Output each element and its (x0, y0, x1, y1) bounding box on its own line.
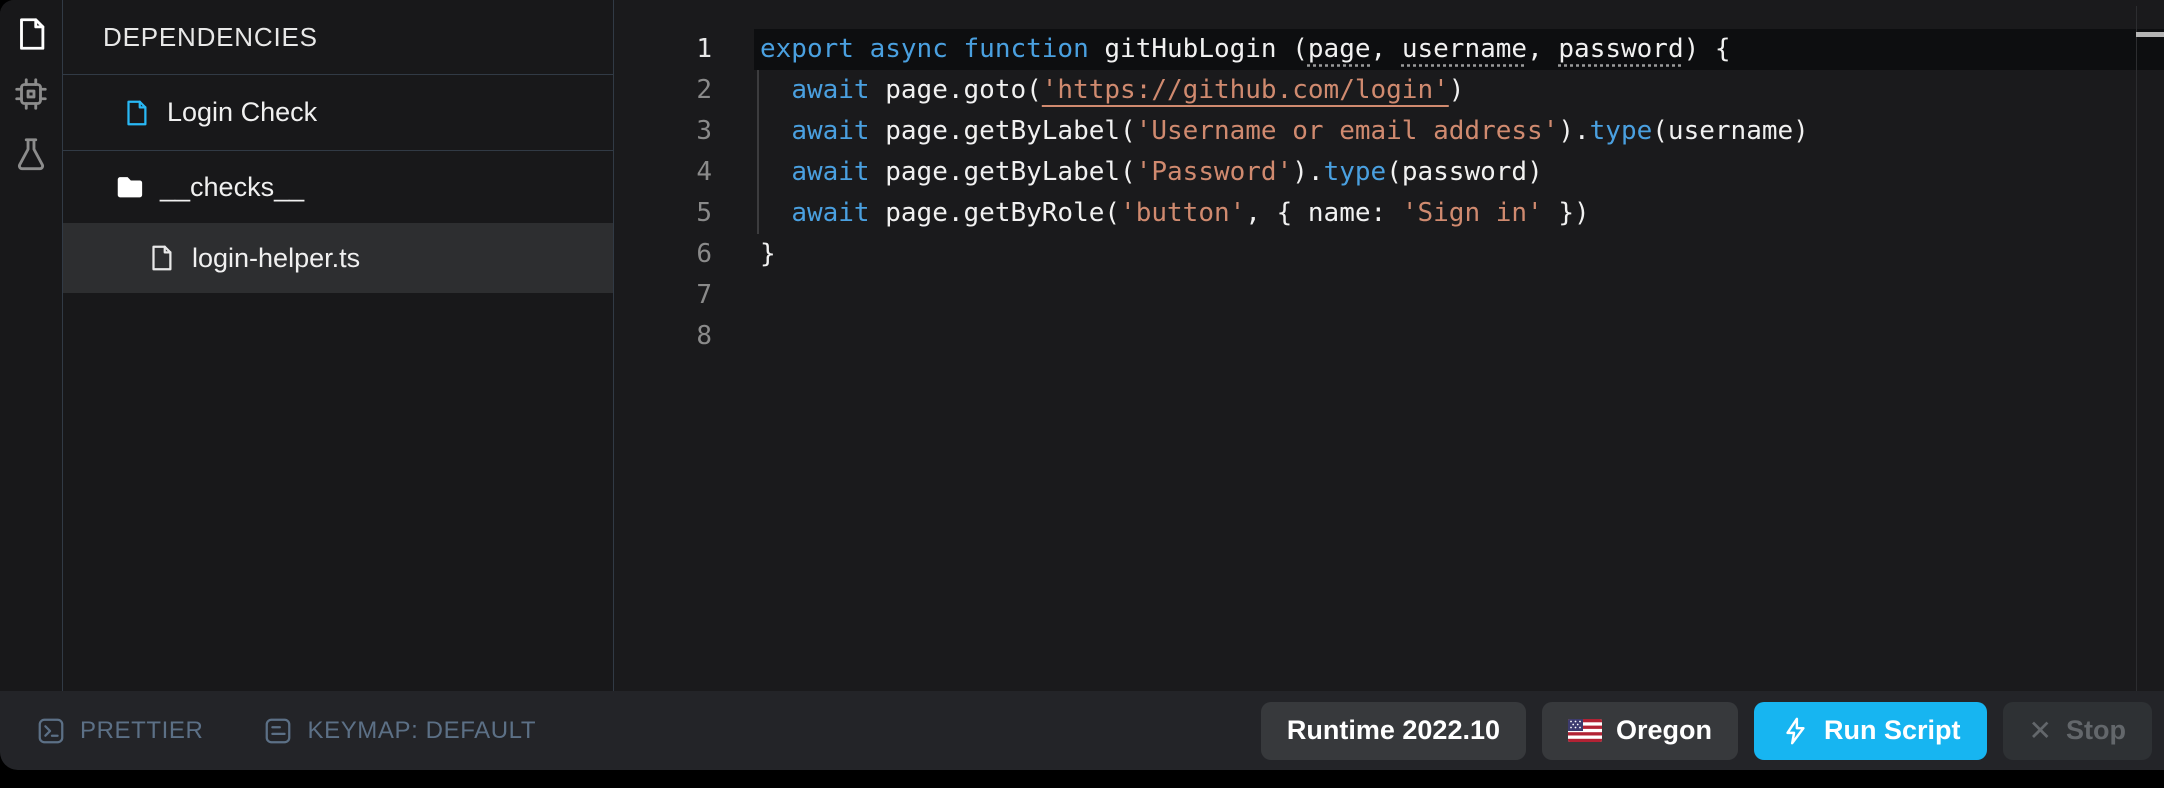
code-editor[interactable]: 1export async function gitHubLogin (page… (614, 0, 2164, 691)
code-line-2[interactable]: 2 await page.goto('https://github.com/lo… (614, 70, 2136, 111)
code-line-5[interactable]: 5 await page.getByRole('button', { name:… (614, 193, 2136, 234)
rail-chip-icon[interactable] (11, 74, 51, 114)
indent-guide (757, 70, 759, 234)
file-icon (146, 243, 176, 273)
folder-icon (114, 172, 144, 202)
code-line-8[interactable]: 8 (614, 316, 2136, 357)
x-icon: ✕ (2029, 714, 2052, 747)
code-text: await page.getByLabel('Password').type(p… (712, 152, 1543, 193)
status-bar: PRETTIERKEYMAP: DEFAULT Runtime 2022.10 … (0, 691, 2164, 770)
statusbar-label: PRETTIER (80, 717, 203, 745)
file-icon (121, 98, 151, 128)
stop-label: Stop (2066, 715, 2126, 746)
scrollbar-thumb[interactable] (2136, 32, 2164, 37)
keymap-icon (263, 716, 293, 746)
code-line-7[interactable]: 7 (614, 275, 2136, 316)
line-number: 1 (614, 29, 712, 70)
region-button[interactable]: Oregon (1542, 702, 1738, 760)
us-flag-icon (1568, 719, 1602, 742)
dependencies-panel: DEPENDENCIES Login Check __checks__ login-… (62, 0, 614, 691)
code-text (712, 316, 760, 357)
line-number: 3 (614, 111, 712, 152)
left-icon-rail (0, 0, 62, 691)
code-text: } (712, 234, 776, 275)
code-line-4[interactable]: 4 await page.getByLabel('Password').type… (614, 152, 2136, 193)
code-text (712, 275, 760, 316)
prettier-icon (36, 716, 66, 746)
statusbar-label: KEYMAP: DEFAULT (307, 717, 536, 745)
line-number: 4 (614, 152, 712, 193)
code-text: await page.getByRole('button', { name: '… (712, 193, 1590, 234)
rail-flask-icon[interactable] (11, 134, 51, 174)
rail-file-icon[interactable] (11, 14, 51, 54)
runtime-button[interactable]: Runtime 2022.10 (1261, 702, 1526, 760)
statusbar-prettier[interactable]: PRETTIER (36, 716, 203, 746)
sidebar-item-login-check[interactable]: Login Check (63, 75, 613, 150)
bolt-icon (1780, 716, 1810, 746)
code-text: await page.getByLabel('Username or email… (712, 111, 1809, 152)
sidebar-item-login-helper-ts[interactable]: login-helper.ts (63, 223, 613, 293)
statusbar-keymap-default[interactable]: KEYMAP: DEFAULT (263, 716, 536, 746)
sidebar-item-label: Login Check (167, 97, 317, 128)
run-script-button[interactable]: Run Script (1754, 702, 1987, 760)
code-line-1[interactable]: 1export async function gitHubLogin (page… (614, 29, 2136, 70)
dependencies-title: DEPENDENCIES (63, 0, 613, 74)
code-text: export async function gitHubLogin (page,… (712, 29, 1731, 70)
line-number: 2 (614, 70, 712, 111)
run-script-label: Run Script (1824, 715, 1961, 746)
line-number: 6 (614, 234, 712, 275)
code-line-6[interactable]: 6} (614, 234, 2136, 275)
region-label: Oregon (1616, 715, 1712, 746)
line-number: 5 (614, 193, 712, 234)
code-line-3[interactable]: 3 await page.getByLabel('Username or ema… (614, 111, 2136, 152)
app-window: DEPENDENCIES Login Check __checks__ login-… (0, 0, 2164, 770)
stop-button[interactable]: ✕ Stop (2003, 702, 2152, 760)
runtime-label: Runtime 2022.10 (1287, 715, 1500, 746)
code-text: await page.goto('https://github.com/logi… (712, 70, 1464, 111)
line-number: 7 (614, 275, 712, 316)
sidebar-item--checks-[interactable]: __checks__ (63, 151, 613, 223)
scrollbar-track[interactable] (2136, 6, 2164, 691)
line-number: 8 (614, 316, 712, 357)
sidebar-item-label: login-helper.ts (192, 243, 360, 274)
sidebar-item-label: __checks__ (160, 172, 304, 203)
